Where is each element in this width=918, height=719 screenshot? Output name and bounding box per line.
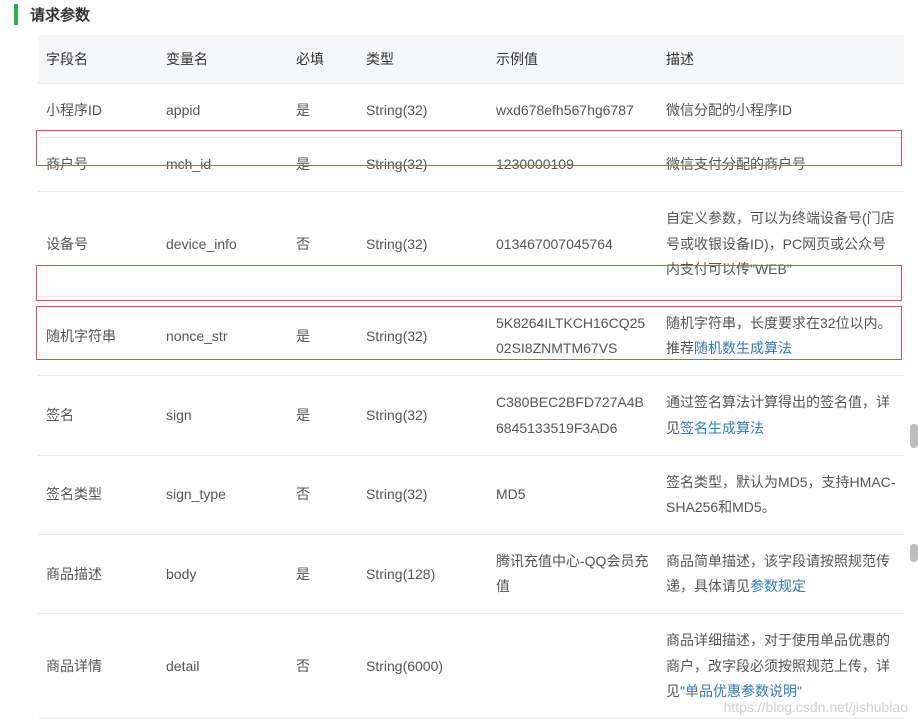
cell-field: 商品描述 [38, 535, 158, 614]
desc-link[interactable]: 参数规定 [750, 578, 806, 594]
cell-req: 否 [288, 192, 358, 297]
table-row: 随机字符串 nonce_str 是 String(32) 5K8264ILTKC… [38, 296, 904, 375]
cell-desc: 签名类型，默认为MD5，支持HMAC-SHA256和MD5。 [658, 455, 904, 534]
cell-var: device_info [158, 192, 288, 297]
cell-example: MD5 [488, 455, 658, 534]
cell-var: mch_id [158, 138, 288, 192]
cell-desc: 微信支付分配的商户号 [658, 138, 904, 192]
cell-type: String(32) [358, 376, 488, 455]
cell-example [488, 614, 658, 719]
cell-type: String(6000) [358, 614, 488, 719]
cell-req: 否 [288, 455, 358, 534]
cell-desc: 随机字符串，长度要求在32位以内。推荐随机数生成算法 [658, 296, 904, 375]
desc-link[interactable]: 签名生成算法 [680, 420, 764, 436]
cell-field: 随机字符串 [38, 296, 158, 375]
cell-var: body [158, 535, 288, 614]
cell-desc: 商品详细描述，对于使用单品优惠的商户，改字段必须按照规范上传，详见"单品优惠参数… [658, 614, 904, 719]
cell-example: 013467007045764 [488, 192, 658, 297]
cell-type: String(32) [358, 138, 488, 192]
desc-link[interactable]: 随机数生成算法 [694, 340, 792, 356]
cell-example: 5K8264ILTKCH16CQ2502SI8ZNMTM67VS [488, 296, 658, 375]
cell-field: 商品详情 [38, 614, 158, 719]
table-row: 签名类型 sign_type 否 String(32) MD5 签名类型，默认为… [38, 455, 904, 534]
scrollbar-thumb[interactable] [910, 424, 918, 448]
th-example: 示例值 [488, 35, 658, 84]
cell-type: String(32) [358, 84, 488, 138]
section-title: 请求参数 [14, 4, 918, 25]
desc-link[interactable]: "单品优惠参数说明" [680, 683, 802, 699]
th-type: 类型 [358, 35, 488, 84]
cell-field: 签名类型 [38, 455, 158, 534]
th-req: 必填 [288, 35, 358, 84]
th-field: 字段名 [38, 35, 158, 84]
cell-req: 是 [288, 296, 358, 375]
params-table: 字段名 变量名 必填 类型 示例值 描述 小程序ID appid 是 Strin… [38, 35, 904, 719]
cell-req: 是 [288, 138, 358, 192]
cell-desc: 通过签名算法计算得出的签名值，详见签名生成算法 [658, 376, 904, 455]
cell-req: 否 [288, 614, 358, 719]
params-table-wrap: 字段名 变量名 必填 类型 示例值 描述 小程序ID appid 是 Strin… [38, 35, 904, 719]
cell-field: 商户号 [38, 138, 158, 192]
cell-type: String(32) [358, 296, 488, 375]
cell-field: 设备号 [38, 192, 158, 297]
cell-var: sign [158, 376, 288, 455]
cell-var: appid [158, 84, 288, 138]
cell-example: 1230000109 [488, 138, 658, 192]
cell-example: C380BEC2BFD727A4B6845133519F3AD6 [488, 376, 658, 455]
cell-var: sign_type [158, 455, 288, 534]
cell-desc: 微信分配的小程序ID [658, 84, 904, 138]
table-row: 签名 sign 是 String(32) C380BEC2BFD727A4B68… [38, 376, 904, 455]
cell-field: 签名 [38, 376, 158, 455]
cell-req: 是 [288, 376, 358, 455]
table-row: 设备号 device_info 否 String(32) 01346700704… [38, 192, 904, 297]
table-row: 商户号 mch_id 是 String(32) 1230000109 微信支付分… [38, 138, 904, 192]
table-row: 小程序ID appid 是 String(32) wxd678efh567hg6… [38, 84, 904, 138]
cell-req: 是 [288, 535, 358, 614]
table-row: 商品描述 body 是 String(128) 腾讯充值中心-QQ会员充值 商品… [38, 535, 904, 614]
cell-type: String(32) [358, 192, 488, 297]
cell-example: wxd678efh567hg6787 [488, 84, 658, 138]
cell-var: nonce_str [158, 296, 288, 375]
scrollbar-thumb[interactable] [910, 544, 918, 562]
cell-desc: 自定义参数，可以为终端设备号(门店号或收银设备ID)，PC网页或公众号内支付可以… [658, 192, 904, 297]
cell-req: 是 [288, 84, 358, 138]
cell-desc: 商品简单描述，该字段请按照规范传递，具体请见参数规定 [658, 535, 904, 614]
th-desc: 描述 [658, 35, 904, 84]
table-row: 商品详情 detail 否 String(6000) 商品详细描述，对于使用单品… [38, 614, 904, 719]
th-var: 变量名 [158, 35, 288, 84]
cell-example: 腾讯充值中心-QQ会员充值 [488, 535, 658, 614]
cell-field: 小程序ID [38, 84, 158, 138]
table-header-row: 字段名 变量名 必填 类型 示例值 描述 [38, 35, 904, 84]
cell-type: String(32) [358, 455, 488, 534]
cell-var: detail [158, 614, 288, 719]
cell-type: String(128) [358, 535, 488, 614]
